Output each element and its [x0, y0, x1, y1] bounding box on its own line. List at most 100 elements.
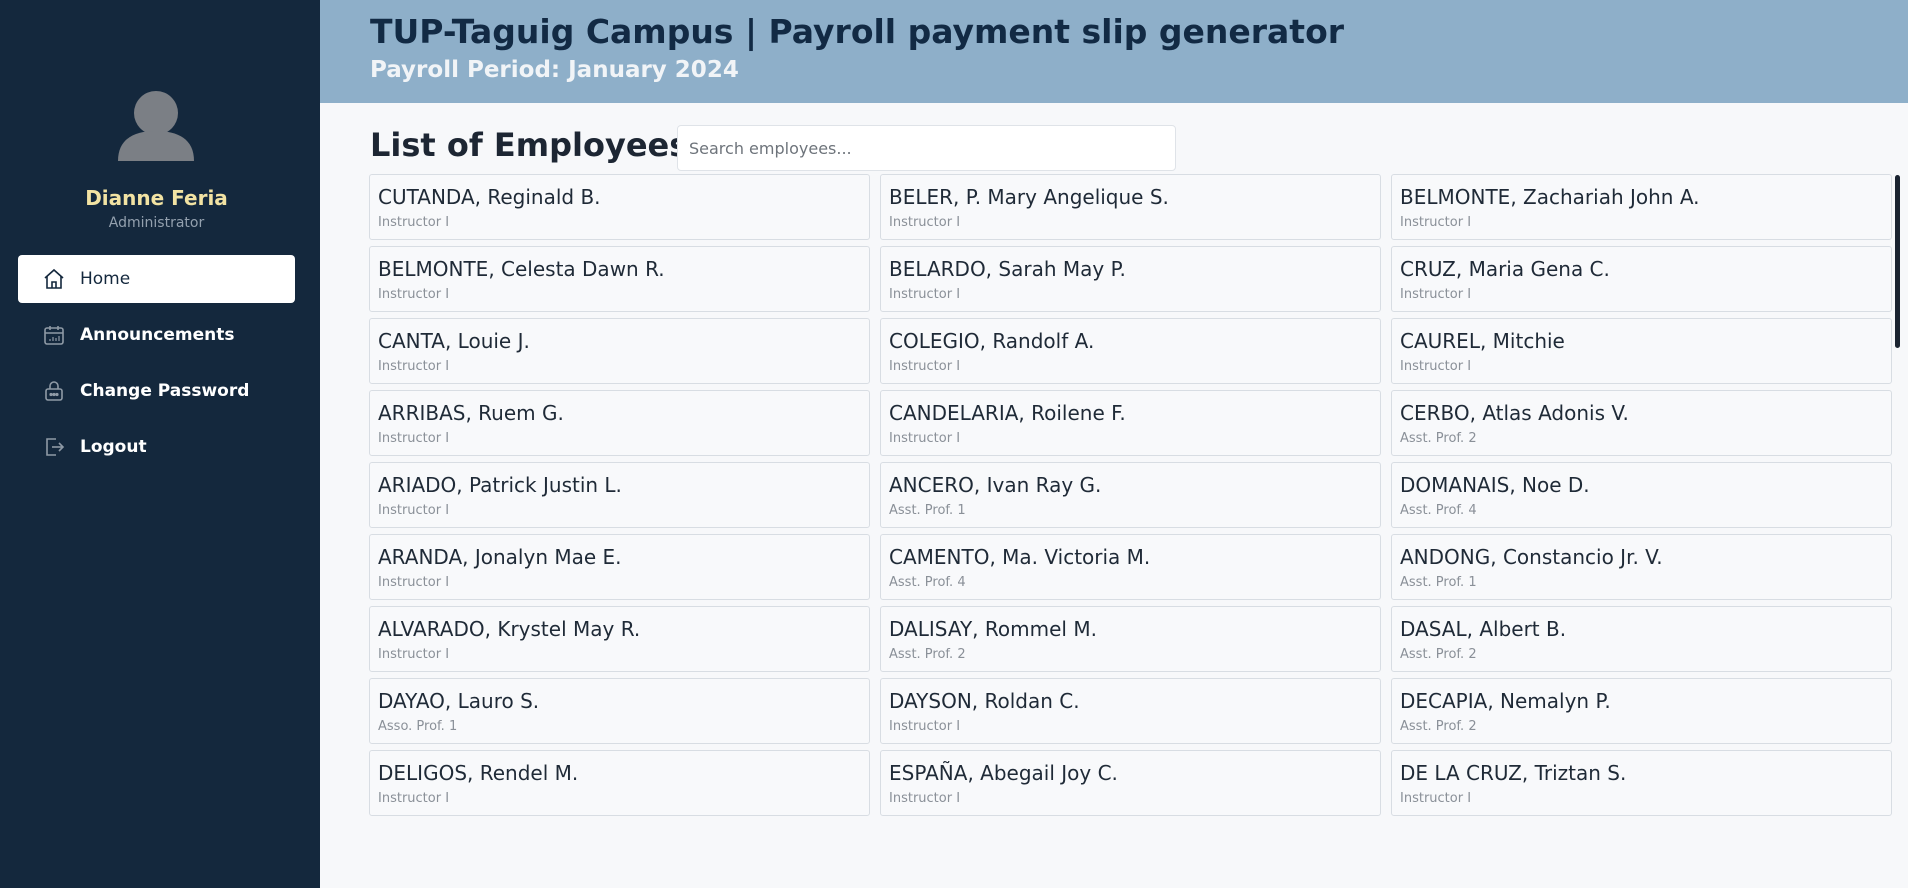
employee-position: Asst. Prof. 1	[889, 503, 966, 518]
employee-card[interactable]: ANDONG, Constancio Jr. V. Asst. Prof. 1	[1391, 534, 1892, 600]
employee-position: Instructor I	[1400, 359, 1472, 374]
nav-item-home[interactable]: Home	[18, 255, 295, 303]
employee-name: COLEGIO, Randolf A.	[889, 329, 1095, 353]
employee-list: CUTANDA, Reginald B. Instructor I BELER, P…	[369, 174, 1892, 820]
employee-name: CANTA, Louie J.	[378, 329, 530, 353]
employee-position: Instructor I	[378, 215, 450, 230]
employee-name: ARRIBAS, Ruem G.	[378, 401, 564, 425]
nav-item-change-password[interactable]: Change Password	[18, 367, 295, 415]
employee-name: ALVARADO, Krystel May R.	[378, 617, 641, 641]
employee-position: Asst. Prof. 2	[889, 647, 966, 662]
employee-card[interactable]: ANCERO, Ivan Ray G. Asst. Prof. 1	[880, 462, 1381, 528]
employee-card[interactable]: COLEGIO, Randolf A. Instructor I	[880, 318, 1381, 384]
employee-name: BELARDO, Sarah May P.	[889, 257, 1126, 281]
employee-name: ARANDA, Jonalyn Mae E.	[378, 545, 622, 569]
user-role: Administrator	[108, 215, 205, 231]
employee-position: Instructor I	[378, 791, 450, 806]
lock-icon	[42, 379, 66, 403]
nav-label: Change Password	[80, 381, 250, 401]
employee-card[interactable]: BELARDO, Sarah May P. Instructor I	[880, 246, 1381, 312]
sidebar: Dianne Feria Administrator Home Announce…	[0, 0, 320, 888]
scrollbar[interactable]	[1895, 175, 1900, 348]
user-avatar-icon	[118, 91, 194, 161]
employee-card[interactable]: ALVARADO, Krystel May R. Instructor I	[369, 606, 870, 672]
search-input[interactable]	[677, 125, 1176, 171]
employee-card[interactable]: ESPAÑA, Abegail Joy C. Instructor I	[880, 750, 1381, 816]
employee-name: DALISAY, Rommel M.	[889, 617, 1097, 641]
employee-name: CAUREL, Mitchie	[1400, 329, 1565, 353]
employee-name: DASAL, Albert B.	[1400, 617, 1567, 641]
employee-card[interactable]: BELMONTE, Celesta Dawn R. Instructor I	[369, 246, 870, 312]
employee-name: DECAPIA, Nemalyn P.	[1400, 689, 1611, 713]
list-title: List of Employees	[370, 126, 689, 164]
employee-card[interactable]: DAYSON, Roldan C. Instructor I	[880, 678, 1381, 744]
employee-name: ANCERO, Ivan Ray G.	[889, 473, 1102, 497]
employee-card[interactable]: CERBO, Atlas Adonis V. Asst. Prof. 2	[1391, 390, 1892, 456]
employee-card[interactable]: ARANDA, Jonalyn Mae E. Instructor I	[369, 534, 870, 600]
logout-icon	[42, 435, 66, 459]
nav-label: Announcements	[80, 325, 235, 345]
employee-card[interactable]: DASAL, Albert B. Asst. Prof. 2	[1391, 606, 1892, 672]
page-title: TUP-Taguig Campus | Payroll payment slip…	[370, 12, 1345, 51]
employee-position: Instructor I	[889, 791, 961, 806]
employee-card[interactable]: CUTANDA, Reginald B. Instructor I	[369, 174, 870, 240]
page-header: TUP-Taguig Campus | Payroll payment slip…	[320, 0, 1908, 103]
home-icon	[42, 267, 66, 291]
employee-position: Asst. Prof. 1	[1400, 575, 1477, 590]
employee-name: BELMONTE, Zachariah John A.	[1400, 185, 1700, 209]
nav-item-logout[interactable]: Logout	[18, 423, 295, 471]
employee-position: Instructor I	[1400, 287, 1472, 302]
employee-position: Instructor I	[378, 647, 450, 662]
employee-card[interactable]: DE LA CRUZ, Triztan S. Instructor I	[1391, 750, 1892, 816]
employee-position: Instructor I	[889, 431, 961, 446]
employee-position: Asst. Prof. 2	[1400, 719, 1477, 734]
nav-item-announcements[interactable]: Announcements	[18, 311, 295, 359]
employee-card[interactable]: CRUZ, Maria Gena C. Instructor I	[1391, 246, 1892, 312]
employee-name: ESPAÑA, Abegail Joy C.	[889, 761, 1118, 785]
employee-name: DOMANAIS, Noe D.	[1400, 473, 1590, 497]
nav-label: Logout	[80, 437, 147, 457]
employee-name: CAMENTO, Ma. Victoria M.	[889, 545, 1151, 569]
employee-position: Instructor I	[378, 431, 450, 446]
employee-name: CUTANDA, Reginald B.	[378, 185, 601, 209]
employee-position: Instructor I	[378, 287, 450, 302]
employee-card[interactable]: DAYAO, Lauro S. Asso. Prof. 1	[369, 678, 870, 744]
employee-position: Instructor I	[889, 287, 961, 302]
employee-position: Instructor I	[889, 215, 961, 230]
employee-name: CERBO, Atlas Adonis V.	[1400, 401, 1629, 425]
employee-card[interactable]: ARIADO, Patrick Justin L. Instructor I	[369, 462, 870, 528]
employee-card[interactable]: BELER, P. Mary Angelique S. Instructor I	[880, 174, 1381, 240]
nav-label: Home	[80, 269, 131, 289]
employee-name: BELER, P. Mary Angelique S.	[889, 185, 1169, 209]
employee-position: Asst. Prof. 2	[1400, 647, 1477, 662]
employee-card[interactable]: DALISAY, Rommel M. Asst. Prof. 2	[880, 606, 1381, 672]
user-name: Dianne Feria	[85, 186, 228, 210]
employee-name: ANDONG, Constancio Jr. V.	[1400, 545, 1663, 569]
employee-card[interactable]: DECAPIA, Nemalyn P. Asst. Prof. 2	[1391, 678, 1892, 744]
employee-card[interactable]: CANTA, Louie J. Instructor I	[369, 318, 870, 384]
employee-name: BELMONTE, Celesta Dawn R.	[378, 257, 665, 281]
employee-card[interactable]: CAMENTO, Ma. Victoria M. Asst. Prof. 4	[880, 534, 1381, 600]
employee-name: DAYAO, Lauro S.	[378, 689, 540, 713]
employee-card[interactable]: CANDELARIA, Roilene F. Instructor I	[880, 390, 1381, 456]
employee-card[interactable]: DELIGOS, Rendel M. Instructor I	[369, 750, 870, 816]
employee-position: Instructor I	[889, 719, 961, 734]
payroll-period: Payroll Period: January 2024	[370, 57, 739, 83]
employee-position: Instructor I	[889, 359, 961, 374]
employee-position: Asst. Prof. 4	[889, 575, 966, 590]
employee-position: Instructor I	[378, 503, 450, 518]
employee-name: CANDELARIA, Roilene F.	[889, 401, 1126, 425]
employee-position: Instructor I	[378, 359, 450, 374]
calendar-icon	[42, 323, 66, 347]
employee-card[interactable]: CAUREL, Mitchie Instructor I	[1391, 318, 1892, 384]
employee-position: Instructor I	[378, 575, 450, 590]
employee-card[interactable]: ARRIBAS, Ruem G. Instructor I	[369, 390, 870, 456]
employee-position: Instructor I	[1400, 791, 1472, 806]
employee-position: Instructor I	[1400, 215, 1472, 230]
employee-name: CRUZ, Maria Gena C.	[1400, 257, 1610, 281]
employee-position: Asso. Prof. 1	[378, 719, 458, 734]
employee-name: DELIGOS, Rendel M.	[378, 761, 579, 785]
employee-card[interactable]: DOMANAIS, Noe D. Asst. Prof. 4	[1391, 462, 1892, 528]
employee-card[interactable]: BELMONTE, Zachariah John A. Instructor I	[1391, 174, 1892, 240]
employee-position: Asst. Prof. 2	[1400, 431, 1477, 446]
